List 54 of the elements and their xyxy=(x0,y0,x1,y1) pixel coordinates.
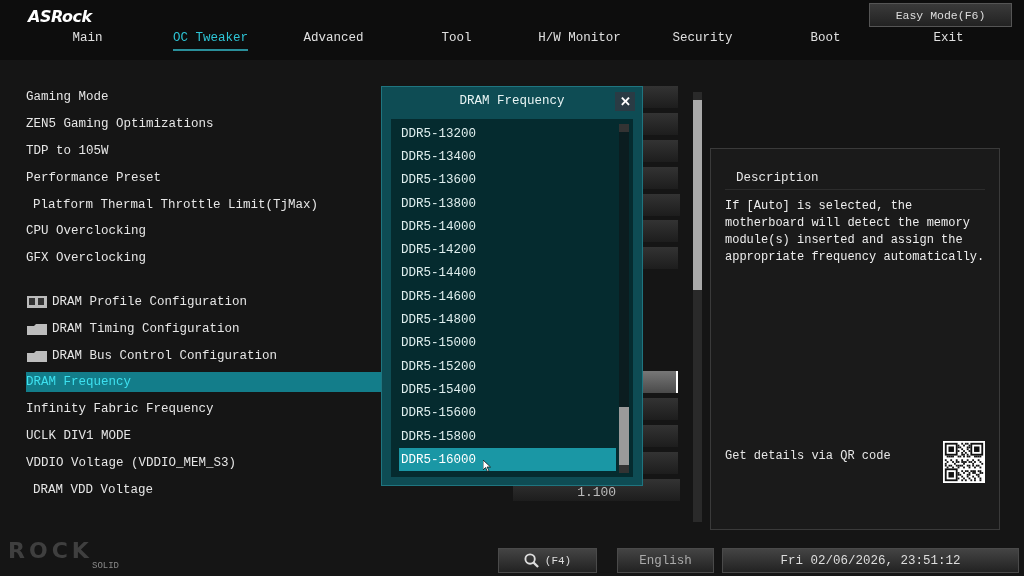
nav-tab[interactable]: Advanced xyxy=(303,30,364,51)
nav-tab[interactable]: Tool xyxy=(441,30,472,51)
frequency-option[interactable]: DDR5-14800 xyxy=(399,308,616,332)
description-text: If [Auto] is selected, the motherboard will detect the memory module(s) inserted and assign the appropriate frequency automatically. xyxy=(725,198,985,266)
brand-logo: ASRock xyxy=(28,7,92,26)
nav-tab[interactable]: H/W Monitor xyxy=(538,30,621,51)
search-button[interactable]: (F4) xyxy=(498,548,597,573)
setting-label[interactable]: Gaming Mode xyxy=(26,90,109,105)
close-button[interactable]: ✕ xyxy=(615,92,635,111)
folder-icon xyxy=(26,348,48,363)
frequency-option[interactable]: DDR5-15600 xyxy=(399,401,616,425)
folder-icon xyxy=(26,321,48,336)
frequency-option[interactable]: DDR5-13600 xyxy=(399,168,616,192)
nav-tab[interactable]: Security xyxy=(672,30,733,51)
easy-mode-button[interactable]: Easy Mode(F6) xyxy=(869,3,1012,27)
memory-module-icon xyxy=(26,294,48,309)
frequency-option[interactable]: DDR5-15000 xyxy=(399,331,616,355)
frequency-option[interactable]: DDR5-13800 xyxy=(399,191,616,216)
nav-tab[interactable]: Exit xyxy=(933,30,964,51)
qr-caption: Get details via QR code xyxy=(725,449,891,463)
setting-label[interactable]: ZEN5 Gaming Optimizations xyxy=(26,117,214,132)
setting-label[interactable]: DRAM Bus Control Configuration xyxy=(52,348,278,363)
frequency-option[interactable]: DDR5-14000 xyxy=(399,215,616,239)
language-button[interactable]: English xyxy=(617,548,714,573)
frequency-option[interactable]: DDR5-13200 xyxy=(399,122,616,146)
setting-label[interactable]: VDDIO Voltage (VDDIO_MEM_S3) xyxy=(26,455,237,470)
list-scrollbar[interactable] xyxy=(619,124,629,473)
setting-label[interactable]: Platform Thermal Throttle Limit(TjMax) xyxy=(33,197,319,212)
frequency-option[interactable]: DDR5-15800 xyxy=(399,424,616,449)
setting-label[interactable]: GFX Overclocking xyxy=(26,251,147,266)
setting-label[interactable]: DRAM Profile Configuration xyxy=(52,294,248,309)
setting-label[interactable]: CPU Overclocking xyxy=(26,224,147,239)
dialog-title: DRAM Frequency xyxy=(459,94,565,108)
setting-label[interactable]: DRAM Timing Configuration xyxy=(52,321,240,336)
setting-label[interactable]: Infinity Fabric Frequency xyxy=(26,402,214,417)
frequency-option[interactable]: DDR5-14200 xyxy=(399,238,616,262)
nav-tab[interactable]: Boot xyxy=(810,30,841,51)
description-title: Description xyxy=(725,149,985,190)
date-time: Fri 02/06/2026, 23:51:12 xyxy=(722,548,1019,573)
search-icon xyxy=(523,553,539,568)
nav-tab[interactable]: OC Tweaker xyxy=(173,30,248,51)
setting-label[interactable]: Performance Preset xyxy=(26,170,162,185)
frequency-option[interactable]: DDR5-15200 xyxy=(399,354,616,379)
qr-code-icon xyxy=(943,441,985,483)
frequency-option[interactable]: DDR5-15400 xyxy=(399,378,616,402)
setting-label[interactable]: UCLK DIV1 MODE xyxy=(26,428,132,443)
frequency-option[interactable]: DDR5-13400 xyxy=(399,145,616,169)
nav-tab[interactable]: Main xyxy=(72,30,103,51)
scrollbar[interactable] xyxy=(693,92,702,522)
frequency-option[interactable]: DDR5-14400 xyxy=(399,261,616,286)
mouse-cursor-icon xyxy=(483,460,491,472)
setting-label[interactable]: TDP to 105W xyxy=(26,144,109,158)
setting-label[interactable]: DRAM VDD Voltage xyxy=(33,482,154,497)
frequency-option[interactable]: DDR5-14600 xyxy=(399,285,616,309)
